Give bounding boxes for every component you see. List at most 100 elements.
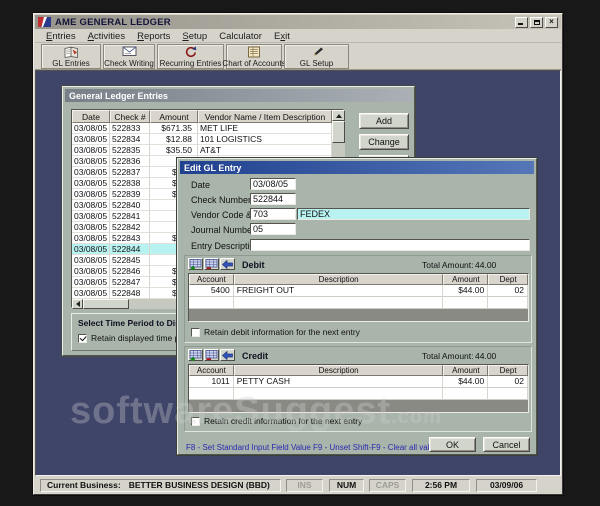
scroll-up-button[interactable] [332,110,345,121]
delete-row-button[interactable] [204,258,219,270]
section-table-header: Account Description Amount Dept [189,365,528,376]
cell-amount: $12.88 [150,134,198,145]
cell-check: 522836 [110,156,150,167]
gl-window-titlebar[interactable]: General Ledger Entries [65,89,412,102]
vendor-code-field[interactable]: 703 [250,208,296,220]
column-header-amount[interactable]: Amount [150,110,198,123]
chart-icon [247,46,261,58]
cell-dept: 02 [488,285,528,297]
toolbar-button-label: Chart of Accounts [222,58,286,68]
cell-account: 5400 [189,285,234,297]
time-period-label: Select Time Period to Disp [78,318,186,328]
arrow-left-icon-button[interactable] [220,258,235,270]
toolbar-recurring-entries-button[interactable]: Recurring Entries [157,44,224,69]
cell-dept [488,388,528,400]
dialog-titlebar[interactable]: Edit GL Entry [180,161,534,174]
cell-date: 03/08/05 [72,233,110,244]
column-header-vendor-name-item-description[interactable]: Vendor Name / Item Description [198,110,332,123]
cell-amount: $44.00 [443,376,489,388]
cancel-button[interactable]: Cancel [483,437,530,452]
date-label: Date [191,180,211,190]
toolbar-check-writing-button[interactable]: Check Writing [103,44,155,69]
add-button[interactable]: Add [359,113,409,129]
journal-number-field[interactable]: 05 [250,223,296,235]
cell-check: 522846 [110,266,150,277]
column-header-date[interactable]: Date [72,110,110,123]
cell-amount [443,388,489,400]
credit-row[interactable]: 1011 PETTY CASH $44.00 02 [189,376,528,388]
pen-icon [310,46,324,58]
toolbar-gl-entries-button[interactable]: GL Entries [41,44,101,69]
retain-label: Retain debit information for the next en… [204,327,360,337]
cell-check: 522844 [110,244,150,255]
cell-date: 03/08/05 [72,200,110,211]
ok-button[interactable]: OK [429,437,476,452]
credit-row[interactable] [189,388,528,400]
menu-reports[interactable]: Reports [131,31,176,42]
toolbar-button-label: GL Setup [299,58,334,68]
arrow-left-icon-button[interactable] [220,349,235,361]
gl-table-row[interactable]: 03/08/05 522834 $12.88 101 LOGISTICS [72,134,332,145]
column-header-dept[interactable]: Dept [488,365,528,376]
cell-check: 522840 [110,200,150,211]
add-row-button[interactable] [188,349,203,361]
ledger-icon [64,46,79,58]
cell-description [233,388,444,400]
retain-debit-checkbox[interactable] [191,327,200,337]
maximize-icon [533,19,540,25]
change-button[interactable]: Change [359,134,409,150]
menu-activities[interactable]: Activities [82,31,132,42]
gl-table-row[interactable]: 03/08/05 522833 $671.35 MET LIFE [72,123,332,134]
menu-setup[interactable]: Setup [176,31,213,42]
toolbar-button-label: Recurring Entries [159,58,222,68]
edit-gl-entry-dialog: Edit GL Entry Date 03/08/05 Check Number… [177,158,537,455]
retain-label: Retain credit information for the next e… [204,416,363,426]
app-titlebar[interactable]: AME GENERAL LEDGER × [35,15,561,29]
maximize-button[interactable] [530,16,543,28]
triangle-up-icon [335,113,342,118]
column-header-amount[interactable]: Amount [443,274,489,285]
date-field[interactable]: 03/08/05 [250,178,296,190]
scrollbar-thumb[interactable] [332,121,345,143]
menu-entries[interactable]: Entries [40,31,82,42]
menu-exit[interactable]: Exit [268,31,296,42]
app-logo-icon [38,17,51,27]
gl-table-row[interactable]: 03/08/05 522835 $35.50 AT&T [72,145,332,156]
menu-calculator[interactable]: Calculator [213,31,268,42]
cell-amount: $35.50 [150,145,198,156]
toolbar-chart-of-accounts-button[interactable]: Chart of Accounts [222,44,286,69]
add-row-button[interactable] [188,258,203,270]
debit-row[interactable]: 5400 FREIGHT OUT $44.00 02 [189,285,528,297]
cell-vendor: MET LIFE [198,123,332,134]
column-header-account[interactable]: Account [189,274,234,285]
ins-indicator: INS [286,478,323,492]
gl-table-header: Date Check # Amount Vendor Name / Item Desc… [72,110,332,123]
toolbar-button-label: Check Writing [104,58,154,68]
cell-date: 03/08/05 [72,123,110,134]
vendor-desc-field[interactable]: FEDEX [297,208,530,220]
toolbar-gl-setup-button[interactable]: GL Setup [284,44,349,69]
cell-vendor: AT&T [198,145,332,156]
hscrollbar-thumb[interactable] [83,299,129,309]
function-key-hints: F8 - Set Standard Input Field Value F9 -… [186,443,443,452]
check-number-field[interactable]: 522844 [250,193,296,205]
check-number-label: Check Number [191,195,252,205]
close-button[interactable]: × [545,16,558,28]
entry-description-field[interactable] [250,239,530,251]
debit-row[interactable] [189,297,528,309]
dialog-title: Edit GL Entry [184,162,242,173]
clock: 2:56 PM [412,478,470,492]
scroll-left-button[interactable] [72,299,83,309]
column-header-description[interactable]: Description [233,274,444,285]
minimize-button[interactable] [515,16,528,28]
retain-credit-checkbox[interactable] [191,416,200,426]
cell-check: 522845 [110,255,150,266]
column-header-amount[interactable]: Amount [443,365,489,376]
column-header-dept[interactable]: Dept [488,274,528,285]
retain-time-period-checkbox[interactable] [78,333,87,343]
column-header-account[interactable]: Account [189,365,234,376]
column-header-check[interactable]: Check # [110,110,150,123]
num-indicator: NUM [329,478,364,492]
delete-row-button[interactable] [204,349,219,361]
column-header-description[interactable]: Description [233,365,444,376]
